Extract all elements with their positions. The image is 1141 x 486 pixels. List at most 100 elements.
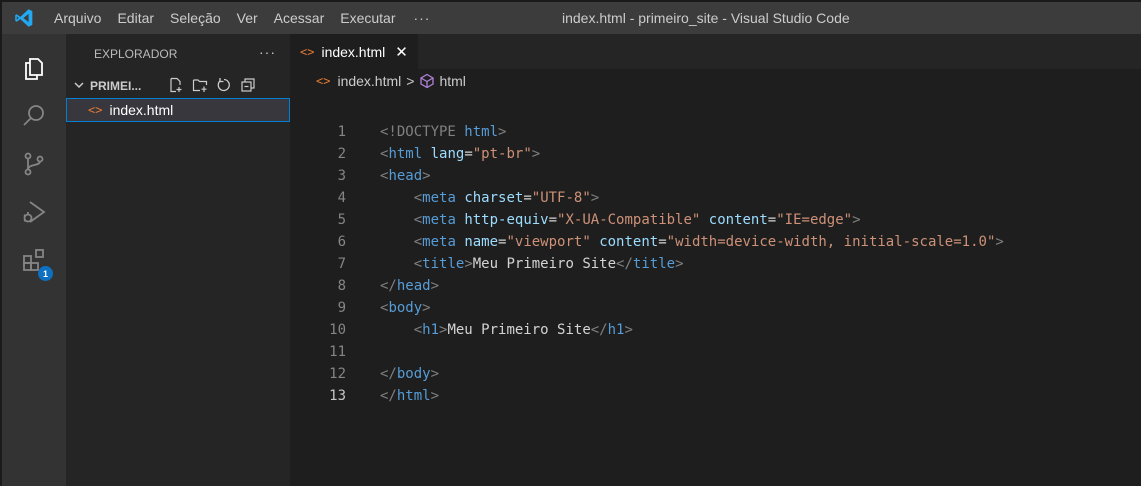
tab-bar: <> index.html ✕ <box>290 34 1141 69</box>
explorer-icon[interactable] <box>2 44 66 92</box>
sidebar-more-button[interactable]: ··· <box>259 44 276 60</box>
line-number: 13 <box>329 388 346 404</box>
folder-actions <box>168 74 256 98</box>
menu-acessar[interactable]: Acessar <box>266 2 333 34</box>
code-line: 5 <meta http-equiv="X-UA-Compatible" con… <box>290 209 1141 231</box>
folder-section-header[interactable]: PRIMEI... <box>66 74 290 98</box>
token: "IE=edge" <box>776 212 853 228</box>
token: Meu Primeiro Site <box>447 322 591 338</box>
menu-editar[interactable]: Editar <box>109 2 162 34</box>
token: "viewport" <box>506 234 591 250</box>
token: http-equiv <box>464 212 549 228</box>
close-icon[interactable]: ✕ <box>395 43 408 61</box>
line-number: 10 <box>329 322 346 338</box>
breadcrumb-symbol[interactable]: html <box>439 73 465 89</box>
title-bar: Arquivo Editar Seleção Ver Acessar Execu… <box>2 2 1141 34</box>
line-number: 9 <box>337 300 346 316</box>
window-title: index.html - primeiro_site - Visual Stud… <box>562 10 850 26</box>
code-line: 3 <head> <box>290 165 1141 187</box>
token: meta <box>422 234 456 250</box>
token: body <box>388 300 423 316</box>
line-number: 4 <box>337 190 346 206</box>
token: lang <box>430 146 465 162</box>
token: h1 <box>607 322 625 338</box>
token: html <box>464 124 499 140</box>
new-folder-icon[interactable] <box>192 77 208 96</box>
token: content <box>599 234 659 250</box>
file-item-index-html[interactable]: <> index.html <box>66 98 290 122</box>
token: name <box>464 234 499 250</box>
code-line: 12 </body> <box>290 363 1141 385</box>
code-line: 1 <!DOCTYPE html> <box>290 121 1141 143</box>
run-debug-icon[interactable] <box>2 188 66 236</box>
token: title <box>632 256 676 272</box>
menu-executar[interactable]: Executar <box>332 2 403 34</box>
symbol-icon <box>419 73 435 89</box>
menu-selecao[interactable]: Seleção <box>162 2 229 34</box>
line-number: 11 <box>329 344 346 360</box>
token: h1 <box>422 322 440 338</box>
token: charset <box>464 190 524 206</box>
line-number: 5 <box>337 212 346 228</box>
token: html <box>388 146 423 162</box>
token: "X-UA-Compatible" <box>557 212 701 228</box>
menu-ver[interactable]: Ver <box>229 2 266 34</box>
refresh-icon[interactable] <box>216 77 232 96</box>
token: body <box>396 366 431 382</box>
html-file-icon: <> <box>316 74 331 88</box>
explorer-sidebar: EXPLORADOR ··· PRIMEI... <> index.html <box>66 34 290 486</box>
line-number: 12 <box>329 366 346 382</box>
tab-index-html[interactable]: <> index.html ✕ <box>290 34 418 69</box>
token: content <box>708 212 768 228</box>
activity-bar: 1 <box>2 34 66 486</box>
chevron-down-icon <box>72 78 86 95</box>
editor-area: <> index.html ✕ <> index.html > html 1 <… <box>290 34 1141 486</box>
line-number: 3 <box>337 168 346 184</box>
vscode-window: Arquivo Editar Seleção Ver Acessar Execu… <box>0 0 1141 486</box>
code-editor[interactable]: 1 <!DOCTYPE html> 2 <html lang="pt-br"> … <box>290 121 1141 407</box>
extensions-badge: 1 <box>38 266 53 281</box>
code-line: 4 <meta charset="UTF-8"> <box>290 187 1141 209</box>
menu-more-button[interactable]: ··· <box>403 2 440 34</box>
collapse-all-icon[interactable] <box>240 77 256 96</box>
code-line: 8 </head> <box>290 275 1141 297</box>
code-line: 2 <html lang="pt-br"> <box>290 143 1141 165</box>
code-line: 9 <body> <box>290 297 1141 319</box>
sidebar-title: EXPLORADOR <box>94 47 178 61</box>
code-line: 7 <title>Meu Primeiro Site</title> <box>290 253 1141 275</box>
token: title <box>422 256 465 272</box>
code-line: 11 <box>290 341 1141 363</box>
token: "UTF-8" <box>531 190 591 206</box>
token: "width=device-width, initial-scale=1.0" <box>666 234 996 250</box>
extensions-icon[interactable]: 1 <box>2 236 66 284</box>
line-number: 8 <box>337 278 346 294</box>
line-number: 6 <box>337 234 346 250</box>
token: meta <box>422 190 456 206</box>
vscode-logo-icon <box>2 2 46 34</box>
line-number: 1 <box>337 124 346 140</box>
breadcrumb-separator: > <box>406 73 415 89</box>
token: html <box>396 388 431 404</box>
sidebar-header: EXPLORADOR ··· <box>66 34 290 74</box>
code-line: 6 <meta name="viewport" content="width=d… <box>290 231 1141 253</box>
html-file-icon: <> <box>88 103 103 117</box>
breadcrumb: <> index.html > html <box>290 69 1141 93</box>
token: head <box>396 278 431 294</box>
folder-name: PRIMEI... <box>90 79 142 93</box>
token: Meu Primeiro Site <box>472 256 617 272</box>
html-file-icon: <> <box>300 45 315 59</box>
token: <!DOCTYPE <box>380 124 456 140</box>
token: meta <box>422 212 456 228</box>
line-number: 2 <box>337 146 346 162</box>
code-line-active: 13 </html> <box>290 385 1141 407</box>
line-number: 7 <box>337 256 346 272</box>
token: "pt-br" <box>472 146 532 162</box>
file-name: index.html <box>109 102 174 118</box>
code-line: 10 <h1>Meu Primeiro Site</h1> <box>290 319 1141 341</box>
menu-arquivo[interactable]: Arquivo <box>46 2 109 34</box>
breadcrumb-file[interactable]: index.html <box>337 73 401 89</box>
new-file-icon[interactable] <box>168 77 184 96</box>
token: head <box>388 168 423 184</box>
search-icon[interactable] <box>2 92 66 140</box>
source-control-icon[interactable] <box>2 140 66 188</box>
